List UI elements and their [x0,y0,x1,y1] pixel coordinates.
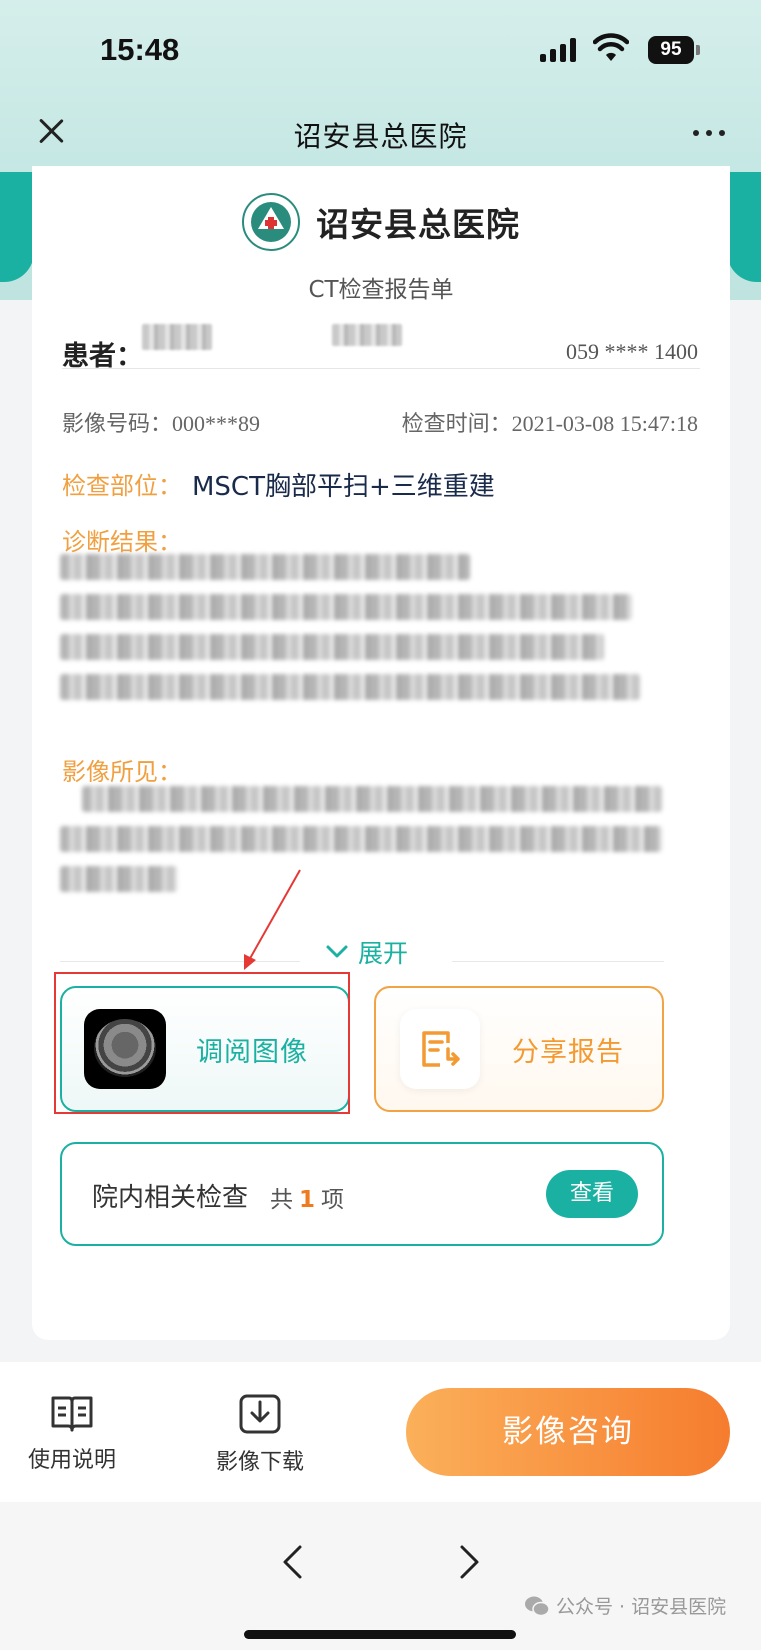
expand-label: 展开 [358,939,409,968]
share-report-label: 分享报告 [512,1036,624,1068]
back-arrow-icon[interactable] [280,1544,304,1580]
findings-text-redacted [60,826,662,852]
related-exams-label: 院内相关检查 [92,1183,249,1213]
divider [62,368,700,369]
share-report-button[interactable]: 分享报告 [374,986,664,1112]
chevron-down-icon [326,945,348,958]
related-exams-count: 共1项 [270,1180,344,1214]
findings-text-redacted [82,786,662,812]
count-suffix: 项 [321,1187,345,1213]
findings-label: 影像所见： [62,758,182,786]
exam-time-label: 检查时间： [401,412,512,437]
status-time: 15:48 [100,32,180,67]
battery-tip [696,45,700,55]
watermark: 公众号 · 诏安县医院 [524,1592,726,1619]
exam-time: 检查时间：2021-03-08 15:47:18 [402,406,698,438]
hospital-header: 诏安县总医院 [32,192,730,252]
divider [452,961,664,962]
report-type: CT检查报告单 [308,277,454,303]
view-related-button[interactable]: 查看 [546,1170,638,1218]
related-exams-panel: 院内相关检查 共1项 查看 [60,1142,664,1246]
browser-navigation: 公众号 · 诏安县医院 [0,1502,761,1650]
wechat-icon [525,1596,550,1616]
book-icon [51,1396,93,1432]
instructions-button[interactable]: 使用说明 [28,1392,116,1474]
share-document-icon [422,1031,460,1067]
expand-toggle[interactable]: 展开 [326,934,408,970]
image-download-button[interactable]: 影像下载 [216,1392,304,1476]
exam-time-value: 2021-03-08 15:47:18 [511,411,698,436]
image-number-value: 000***89 [172,411,261,436]
diagnosis-text-redacted [60,634,604,660]
bottom-toolbar: 使用说明 影像下载 影像咨询 [0,1362,761,1502]
page-title: 诏安县总医院 [293,120,468,153]
watermark-text: 公众号 · 诏安县医院 [556,1596,727,1618]
forward-arrow-icon[interactable] [458,1544,482,1580]
exam-part-label: 检查部位： [62,472,182,500]
highlight-box [54,972,350,1114]
annotation-arrow [244,869,301,970]
wifi-icon [593,33,629,61]
patient-phone: 059 **** 1400 [566,339,698,364]
share-icon-container [400,1009,480,1089]
hospital-logo-icon [242,193,300,251]
status-bar: 15:48 95 [0,0,761,100]
download-label: 影像下载 [216,1450,305,1475]
decor-right [727,172,761,282]
exam-part-value: MSCT胸部平扫+三维重建 [192,472,495,502]
count-prefix: 共 [270,1187,293,1213]
hospital-name: 诏安县总医院 [316,205,520,244]
diagnosis-text-redacted [60,594,632,620]
diagnosis-text-redacted [60,554,470,580]
image-number: 影像号码：000***89 [62,406,260,438]
image-number-label: 影像号码： [62,412,173,437]
report-card: 诏安县总医院 CT检查报告单 患者： 059 **** 1400 影像号码：00… [32,166,730,1340]
image-consult-button[interactable]: 影像咨询 [406,1388,730,1476]
more-options-icon[interactable] [693,130,725,136]
battery-icon: 95 [648,36,694,64]
patient-name-redacted [142,324,212,350]
download-icon [239,1394,281,1434]
diagnosis-text-redacted [60,674,640,700]
instructions-label: 使用说明 [28,1448,117,1473]
decor-left [0,172,34,282]
patient-info-redacted [332,324,402,346]
diagnosis-label: 诊断结果： [62,528,182,556]
cellular-signal-icon [540,38,576,62]
findings-text-redacted [60,866,178,892]
count-value: 1 [299,1187,316,1213]
home-indicator[interactable] [244,1630,516,1639]
